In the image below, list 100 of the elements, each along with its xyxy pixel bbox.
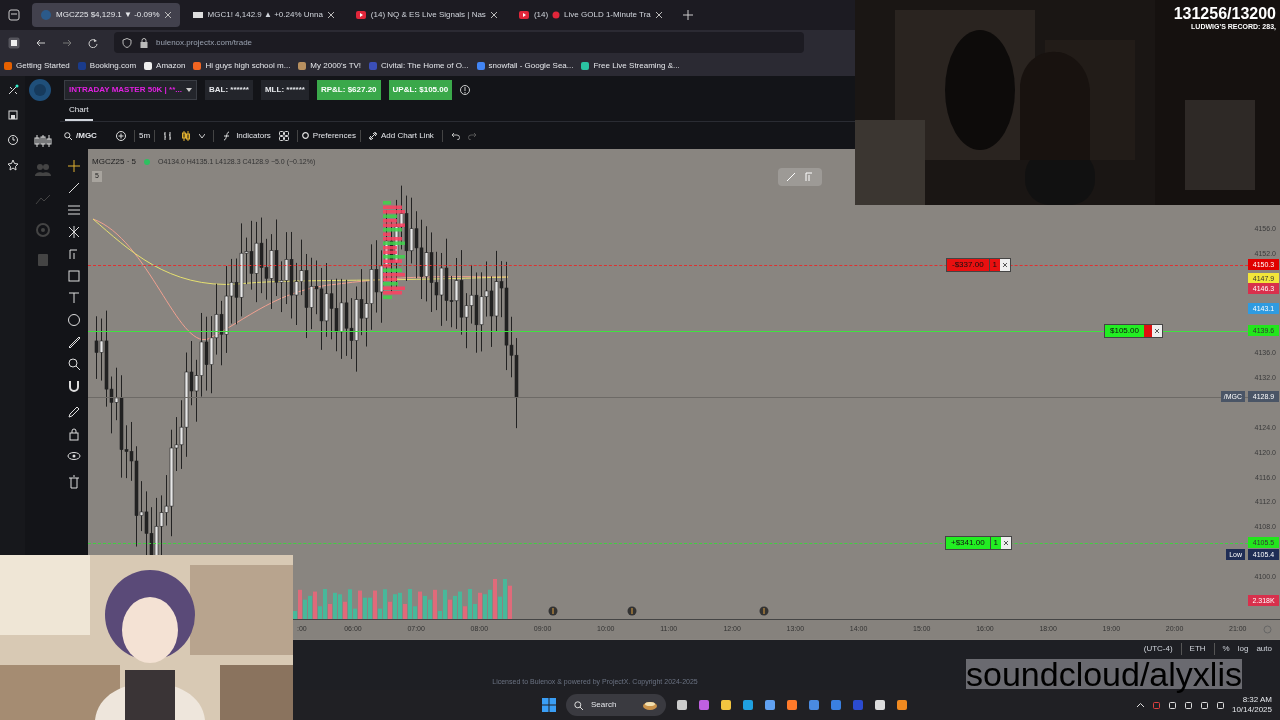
shield-icon [122,37,132,48]
grid-icon[interactable] [278,130,289,141]
magic-wand-icon[interactable] [6,84,19,96]
logo-icon [28,78,52,102]
mll-label: MLL: ****** [260,80,309,100]
new-tab-icon[interactable] [682,10,693,20]
symbol-search[interactable]: /MGC [64,129,108,142]
balance-label: BAL: ****** [204,80,253,100]
candle-style-icon[interactable] [181,130,192,141]
chevron-up-icon[interactable] [1135,700,1145,710]
bookmark[interactable]: Getting Started [4,59,70,72]
reload-icon[interactable] [88,37,98,48]
tab-list-icon[interactable] [8,9,20,21]
close-icon[interactable] [654,11,663,19]
bookmark[interactable]: snowfall - Google Sea... [476,59,574,72]
counter-text: 131256/13200 [1173,6,1276,22]
bar-style-icon[interactable] [163,130,174,141]
coffee-icon [642,699,658,711]
magnet-icon[interactable] [67,379,81,393]
indicators-button[interactable]: Indicators [213,129,271,142]
status-dot-icon [144,159,150,165]
browser-tab[interactable]: MGCZ25 $4,129.1 ▼ -0.09% [32,3,180,27]
close-icon[interactable] [163,11,172,19]
windows-start-icon[interactable] [542,698,556,712]
address-bar[interactable]: bulenox.projectx.com/trade [114,32,804,53]
lock-icon[interactable] [67,427,81,441]
order-pnl-label[interactable]: +$341.00 [946,536,990,549]
log-toggle[interactable]: log [1237,642,1249,655]
event-marker-icon [759,606,769,616]
lines-icon[interactable] [67,203,81,217]
browser-icon[interactable] [786,699,798,711]
crosshair-icon[interactable] [67,159,81,173]
lock-icon [140,37,148,48]
close-icon[interactable] [1001,536,1012,549]
site-icon [581,61,590,70]
pencil-icon[interactable] [67,405,81,419]
browser-tab[interactable]: MGC1! 4,142.9 ▲ +0.24% Unna [183,3,343,27]
text-tool-icon[interactable] [67,291,81,305]
live-dot-icon [552,11,561,19]
interval-button[interactable]: 5m [134,129,156,142]
browser-tab[interactable]: (14) NQ & ES Live Signals | Nas [346,3,506,27]
browser-icon[interactable] [742,699,754,711]
eye-icon[interactable] [67,449,81,463]
ruler-icon[interactable] [67,335,81,349]
sidebar-toggle-icon[interactable] [8,36,20,49]
site-icon [369,61,378,70]
chart-icon [40,9,52,21]
search-icon [574,700,583,710]
percent-toggle[interactable]: % [1213,642,1230,655]
bookmark[interactable]: Civitai: The Home of O... [369,59,469,72]
app-icon[interactable] [896,699,908,711]
info-icon[interactable] [460,85,471,95]
close-icon[interactable] [489,11,498,19]
order-pnl-label[interactable]: -$337.00 [947,258,989,271]
unrealized-pnl-badge: UP&L: $105.00 [388,80,453,100]
star-icon[interactable] [6,159,19,171]
candles-icon[interactable] [33,134,52,148]
app-icon[interactable] [874,699,886,711]
browser-tab[interactable]: (14) Live GOLD 1-Minute Tra [509,3,671,27]
symbol-title: MGCZ25 · 5 [92,156,136,168]
order-pnl-label[interactable]: $105.00 [1105,325,1144,337]
timezone-label[interactable]: (UTC-4) [1143,642,1173,655]
bookmark[interactable]: Amazon [144,59,186,72]
site-icon [77,61,86,70]
page-icon[interactable] [6,109,19,121]
forward-icon[interactable] [62,37,72,48]
store-icon[interactable] [764,699,776,711]
add-icon[interactable] [116,130,126,141]
caret-icon[interactable] [199,133,206,138]
folder-icon[interactable] [720,699,732,711]
site-icon [4,61,12,70]
session-label[interactable]: ETH [1180,642,1206,655]
close-icon[interactable] [1000,258,1011,271]
search-icon [64,131,72,140]
bookmark[interactable]: Free Live Streaming &... [581,59,680,72]
preferences-button[interactable]: Preferences [296,129,361,142]
close-icon[interactable] [1151,325,1162,337]
add-chart-link-button[interactable]: Add Chart Link [368,129,443,142]
event-marker-icon [548,606,558,616]
fork-icon[interactable] [67,225,81,239]
bookmark[interactable]: Booking.com [77,59,137,72]
redo-icon[interactable] [467,131,477,140]
chart-tab[interactable]: Chart [65,104,93,121]
auto-toggle[interactable]: auto [1256,642,1272,655]
undo-icon[interactable] [450,131,460,140]
bookmark[interactable]: Hi guys high school m... [193,59,291,72]
close-icon[interactable] [326,11,335,19]
account-dropdown[interactable]: INTRADAY MASTER 50K | **... [64,80,197,100]
link-icon [368,131,377,140]
search-field[interactable]: Search [566,694,666,716]
bookmark[interactable]: My 2000's TV! [298,59,362,72]
site-icon [476,61,485,70]
trash-icon[interactable] [67,475,81,489]
rectangle-icon[interactable] [67,269,81,283]
back-icon[interactable] [36,37,46,48]
task-view-icon[interactable] [676,699,688,711]
line-tool-icon[interactable] [67,181,81,195]
split-icon [1143,325,1152,337]
clock-icon[interactable] [6,134,19,146]
zoom-icon[interactable] [67,357,81,371]
